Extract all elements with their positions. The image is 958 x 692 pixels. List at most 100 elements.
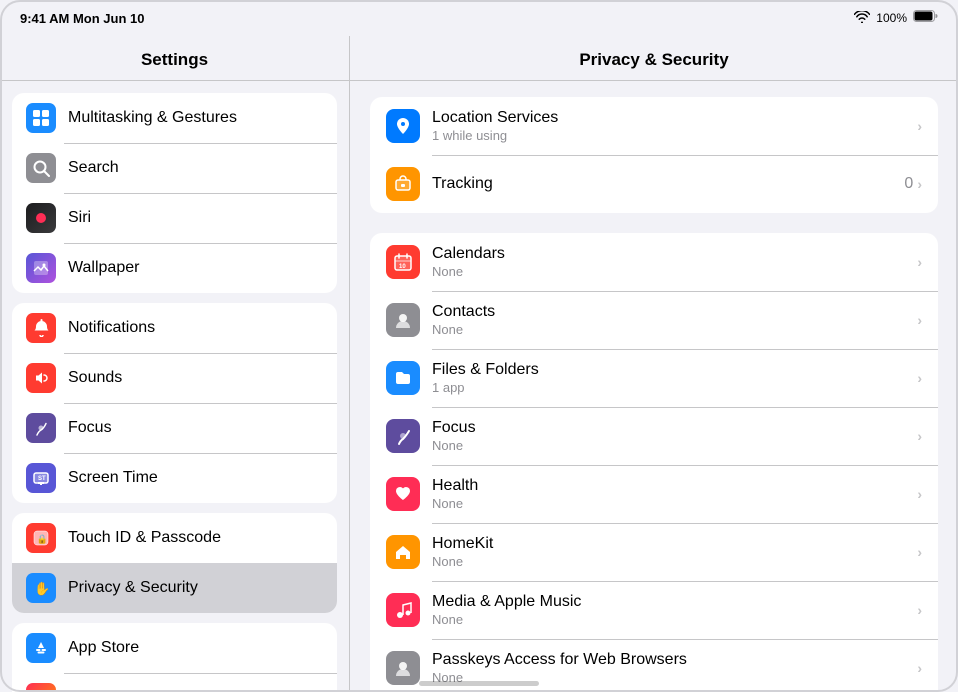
homekit-icon-bg <box>386 535 420 569</box>
content-item-contacts[interactable]: Contacts None › <box>370 291 938 349</box>
sidebar-item-notifications[interactable]: Notifications <box>12 303 337 353</box>
sidebar: Settings Multitasking & Gestures <box>0 36 350 692</box>
touchid-label: Touch ID & Passcode <box>68 529 221 547</box>
content-item-health[interactable]: Health None › <box>370 465 938 523</box>
content-item-focus-privacy[interactable]: Focus None › <box>370 407 938 465</box>
content-section-1: Location Services 1 while using › <box>370 97 938 213</box>
contacts-icon-bg <box>386 303 420 337</box>
health-icon-bg <box>386 477 420 511</box>
location-sub: 1 while using <box>432 128 917 143</box>
screentime-icon: ST <box>26 463 56 493</box>
focus-privacy-icon-bg <box>386 419 420 453</box>
tracking-right: 0 › <box>904 175 922 193</box>
music-chevron: › <box>917 602 922 618</box>
passkeys-right: › <box>917 660 922 676</box>
content-item-homekit[interactable]: HomeKit None › <box>370 523 938 581</box>
homekit-sub: None <box>432 554 917 569</box>
content-item-music[interactable]: Media & Apple Music None › <box>370 581 938 639</box>
location-label: Location Services <box>432 109 917 127</box>
search-label: Search <box>68 159 119 177</box>
health-sub: None <box>432 496 917 511</box>
siri-label: Siri <box>68 209 91 227</box>
sounds-label: Sounds <box>68 369 122 387</box>
homekit-label: HomeKit <box>432 535 917 553</box>
sidebar-item-sounds[interactable]: Sounds <box>12 353 337 403</box>
calendars-chevron: › <box>917 254 922 270</box>
contacts-label: Contacts <box>432 303 917 321</box>
calendars-text: Calendars None <box>432 245 917 279</box>
calendars-label: Calendars <box>432 245 917 263</box>
status-bar: 9:41 AM Mon Jun 10 100% <box>0 0 958 36</box>
location-right: › <box>917 118 922 134</box>
calendars-right: › <box>917 254 922 270</box>
health-chevron: › <box>917 486 922 502</box>
tracking-icon-bg <box>386 167 420 201</box>
location-text: Location Services 1 while using <box>432 109 917 143</box>
contacts-chevron: › <box>917 312 922 328</box>
status-time: 9:41 AM Mon Jun 10 <box>20 11 144 26</box>
sidebar-scroll: Multitasking & Gestures Search <box>0 81 349 692</box>
sidebar-item-appstore[interactable]: App Store <box>12 623 337 673</box>
screentime-label: Screen Time <box>68 469 158 487</box>
health-right: › <box>917 486 922 502</box>
content-section-2: 10 Calendars None › <box>370 233 938 692</box>
wallpaper-icon <box>26 253 56 283</box>
svg-text:🔒: 🔒 <box>37 534 48 544</box>
sidebar-group-1: Multitasking & Gestures Search <box>12 93 337 293</box>
svg-text:ST: ST <box>38 476 46 482</box>
battery-icon <box>913 9 938 27</box>
focus-icon <box>26 413 56 443</box>
sidebar-title: Settings <box>0 36 349 81</box>
homekit-chevron: › <box>917 544 922 560</box>
appstore-label: App Store <box>68 639 139 657</box>
appstore-icon <box>26 633 56 663</box>
siri-icon <box>26 203 56 233</box>
files-right: › <box>917 370 922 386</box>
music-label: Media & Apple Music <box>432 593 917 611</box>
tracking-label: Tracking <box>432 175 904 193</box>
sidebar-item-multitasking[interactable]: Multitasking & Gestures <box>12 93 337 143</box>
calendars-sub: None <box>432 264 917 279</box>
contacts-sub: None <box>432 322 917 337</box>
homekit-right: › <box>917 544 922 560</box>
notifications-label: Notifications <box>68 319 155 337</box>
sidebar-item-gamecenter[interactable]: Game Center <box>12 673 337 692</box>
sidebar-item-privacy[interactable]: ✋ Privacy & Security <box>12 563 337 613</box>
location-icon-bg <box>386 109 420 143</box>
focus-privacy-text: Focus None <box>432 419 917 453</box>
privacy-label: Privacy & Security <box>68 579 198 597</box>
wallpaper-label: Wallpaper <box>68 259 139 277</box>
sidebar-item-touchid[interactable]: 🔒 Touch ID & Passcode <box>12 513 337 563</box>
tracking-value: 0 <box>904 175 913 193</box>
sidebar-item-search[interactable]: Search <box>12 143 337 193</box>
notifications-icon <box>26 313 56 343</box>
passkeys-text: Passkeys Access for Web Browsers None <box>432 651 917 685</box>
status-right: 100% <box>854 9 938 27</box>
calendars-icon-bg: 10 <box>386 245 420 279</box>
content-item-tracking[interactable]: Tracking 0 › <box>370 155 938 213</box>
svg-text:✋: ✋ <box>34 581 50 596</box>
sidebar-item-screentime[interactable]: ST Screen Time <box>12 453 337 503</box>
sidebar-group-4: App Store Game Center <box>12 623 337 692</box>
content-item-calendars[interactable]: 10 Calendars None › <box>370 233 938 291</box>
files-label: Files & Folders <box>432 361 917 379</box>
focus-privacy-label: Focus <box>432 419 917 437</box>
music-sub: None <box>432 612 917 627</box>
sidebar-item-focus[interactable]: Focus <box>12 403 337 453</box>
sidebar-group-2: Notifications Sounds <box>12 303 337 503</box>
battery-percentage: 100% <box>876 11 907 25</box>
content-item-files[interactable]: Files & Folders 1 app › <box>370 349 938 407</box>
content-title: Privacy & Security <box>350 36 958 81</box>
gamecenter-icon <box>26 683 56 692</box>
privacy-icon: ✋ <box>26 573 56 603</box>
passkeys-label: Passkeys Access for Web Browsers <box>432 651 917 669</box>
homekit-text: HomeKit None <box>432 535 917 569</box>
files-icon-bg <box>386 361 420 395</box>
sidebar-item-wallpaper[interactable]: Wallpaper <box>12 243 337 293</box>
health-text: Health None <box>432 477 917 511</box>
sidebar-item-siri[interactable]: Siri <box>12 193 337 243</box>
music-icon-bg <box>386 593 420 627</box>
content-item-location[interactable]: Location Services 1 while using › <box>370 97 938 155</box>
contacts-text: Contacts None <box>432 303 917 337</box>
music-right: › <box>917 602 922 618</box>
